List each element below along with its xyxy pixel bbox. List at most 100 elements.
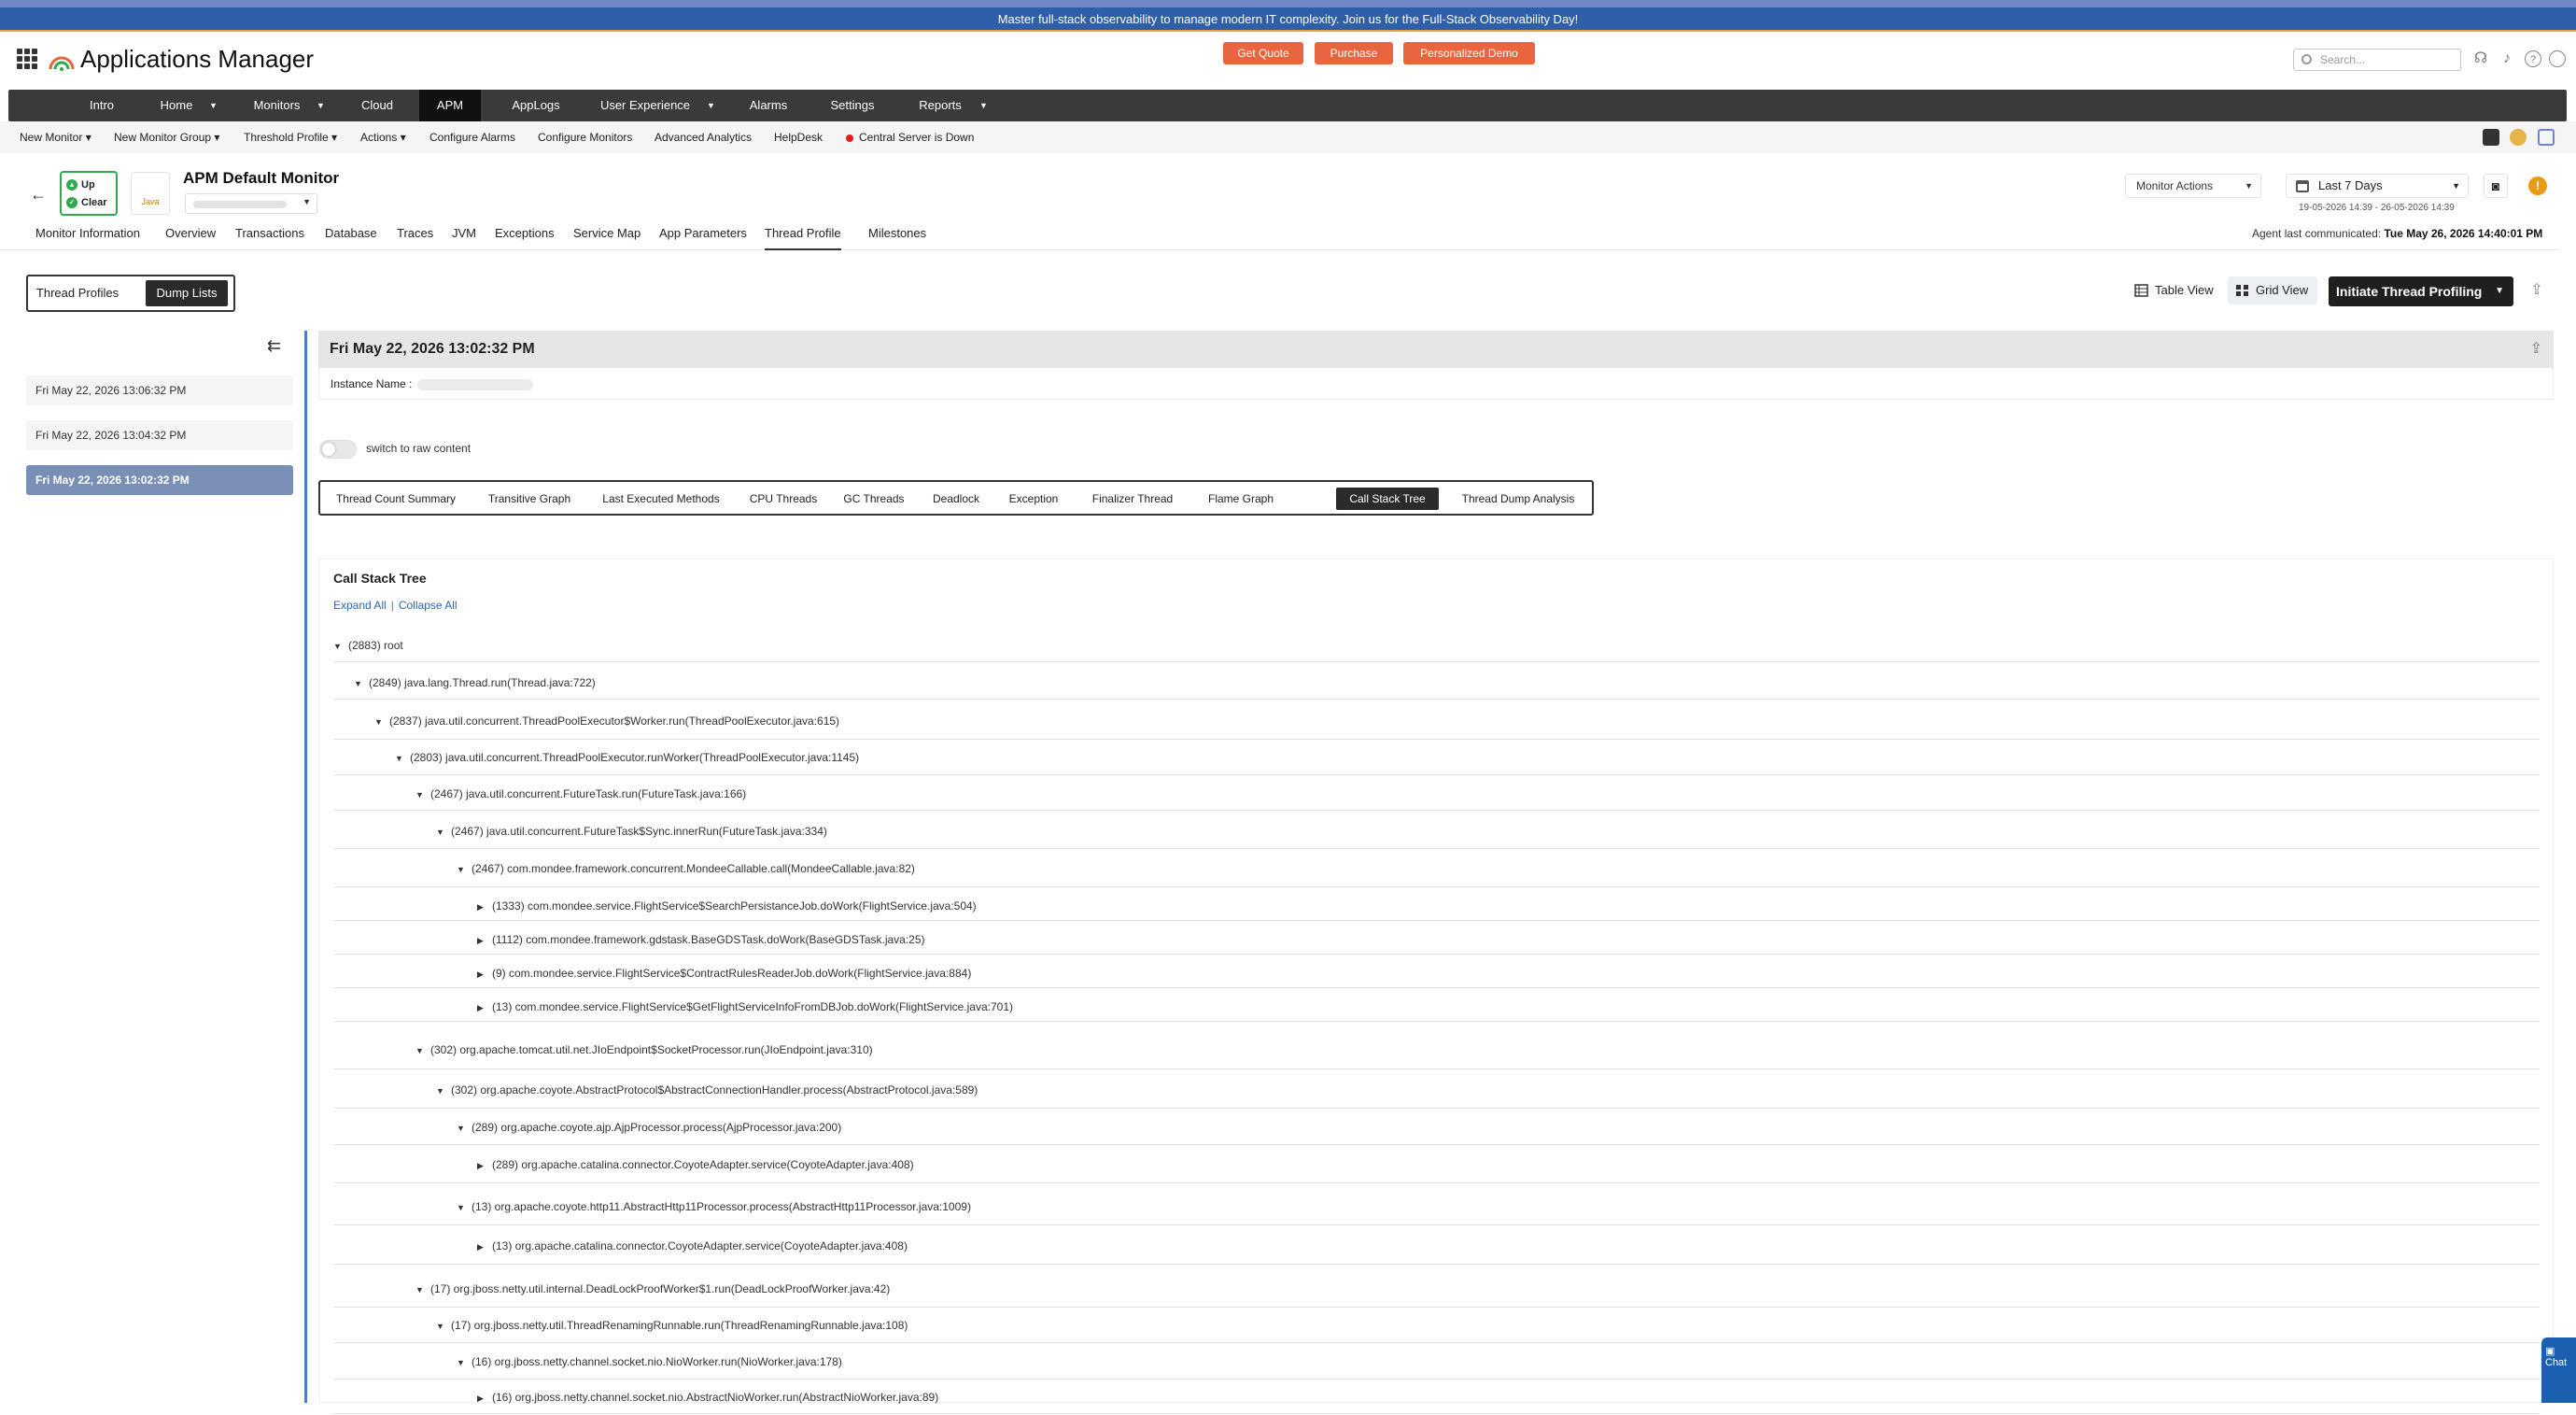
expanded-caret-icon[interactable]: ▼: [457, 1189, 472, 1226]
headset-icon[interactable]: ☊: [2472, 50, 2489, 67]
tab-service-map[interactable]: Service Map: [573, 220, 640, 250]
tree-node[interactable]: ▼ (2467) com.mondee.framework.concurrent.…: [333, 850, 2540, 887]
subnav-actions[interactable]: Actions ▾: [360, 121, 406, 153]
expanded-caret-icon[interactable]: ▼: [436, 1309, 451, 1344]
theme-icon[interactable]: [2510, 129, 2527, 146]
raw-content-switch[interactable]: [319, 440, 357, 459]
subnav-configure-alarms[interactable]: Configure Alarms: [429, 121, 515, 153]
collapsed-caret-icon[interactable]: ▶: [477, 959, 492, 989]
nav-monitors[interactable]: Monitors: [242, 90, 312, 121]
nav-monitors-chevron-icon[interactable]: ▼: [317, 90, 325, 121]
warning-icon[interactable]: !: [2528, 177, 2547, 195]
dump-list-item[interactable]: Fri May 22, 2026 13:06:32 PM: [26, 375, 293, 405]
subtab-call-stack-tree[interactable]: Call Stack Tree: [1336, 488, 1439, 510]
nav-reports-chevron-icon[interactable]: ▼: [979, 90, 988, 121]
tree-node[interactable]: ▼ (17) org.jboss.netty.util.ThreadRenamin…: [333, 1308, 2540, 1343]
dump-list-item-selected[interactable]: Fri May 22, 2026 13:02:32 PM: [26, 465, 293, 495]
tree-node[interactable]: ▼ (16) org.jboss.netty.channel.socket.nio…: [333, 1344, 2540, 1380]
subnav-helpdesk[interactable]: HelpDesk: [774, 121, 823, 153]
subtab-last-executed-methods[interactable]: Last Executed Methods: [593, 488, 729, 510]
tree-node[interactable]: ▶ (16) org.jboss.netty.channel.socket.nio…: [333, 1380, 2540, 1414]
snapshot-camera-icon[interactable]: ◙: [2484, 174, 2508, 198]
initiate-thread-profiling-button[interactable]: Initiate Thread Profiling ▼: [2329, 276, 2513, 306]
tab-thread-profile[interactable]: Thread Profile: [765, 220, 841, 250]
tree-node[interactable]: ▶ (1112) com.mondee.framework.gdstask.Bas…: [333, 925, 2540, 955]
collapsed-caret-icon[interactable]: ▶: [477, 1228, 492, 1266]
central-server-status[interactable]: Central Server is Down: [846, 121, 974, 153]
expanded-caret-icon[interactable]: ▼: [436, 814, 451, 850]
collapse-sidebar-icon[interactable]: ⇇: [267, 336, 281, 356]
time-range-dropdown[interactable]: Last 7 Days ▼: [2286, 174, 2469, 198]
nav-home[interactable]: Home: [148, 90, 204, 121]
tree-node[interactable]: ▶ (9) com.mondee.service.FlightService$Co…: [333, 958, 2540, 988]
collapsed-caret-icon[interactable]: ▶: [477, 926, 492, 955]
nav-apm[interactable]: APM: [419, 90, 481, 121]
subnav-new-monitor-group[interactable]: New Monitor Group ▾: [114, 121, 219, 153]
expanded-caret-icon[interactable]: ▼: [457, 1345, 472, 1380]
expanded-caret-icon[interactable]: ▼: [415, 1271, 430, 1309]
tree-node[interactable]: ▼ (2849) java.lang.Thread.run(Thread.java…: [333, 666, 2540, 700]
subtab-transitive-graph[interactable]: Transitive Graph: [479, 488, 580, 510]
collapsed-caret-icon[interactable]: ▶: [477, 892, 492, 922]
tab-overview[interactable]: Overview: [165, 220, 216, 250]
nav-reports[interactable]: Reports: [903, 90, 978, 121]
subnav-configure-monitors[interactable]: Configure Monitors: [538, 121, 632, 153]
tree-node[interactable]: ▶ (1333) com.mondee.service.FlightService…: [333, 891, 2540, 921]
collapsed-caret-icon[interactable]: ▶: [477, 1381, 492, 1415]
expanded-caret-icon[interactable]: ▼: [333, 630, 348, 663]
expanded-caret-icon[interactable]: ▼: [457, 1111, 472, 1146]
dump-lists-toggle[interactable]: Dump Lists: [146, 280, 228, 306]
nav-applogs[interactable]: AppLogs: [496, 90, 576, 121]
subtab-exception[interactable]: Exception: [1000, 488, 1067, 510]
subtab-thread-count-summary[interactable]: Thread Count Summary: [328, 488, 464, 510]
subtab-deadlock[interactable]: Deadlock: [925, 488, 987, 510]
monitor-selector[interactable]: ▼: [185, 193, 317, 214]
export-icon[interactable]: ⇪: [2528, 282, 2545, 299]
tree-node[interactable]: ▶ (13) org.apache.catalina.connector.Coyo…: [333, 1227, 2540, 1265]
dump-list-item[interactable]: Fri May 22, 2026 13:04:32 PM: [26, 420, 293, 450]
monitor-actions-dropdown[interactable]: Monitor Actions ▼: [2125, 174, 2261, 198]
personalized-demo-button[interactable]: Personalized Demo: [1403, 42, 1535, 64]
help-icon[interactable]: ?: [2525, 50, 2541, 67]
tree-node[interactable]: ▼ (2467) java.util.concurrent.FutureTask$…: [333, 814, 2540, 849]
expanded-caret-icon[interactable]: ▼: [415, 778, 430, 812]
tab-database[interactable]: Database: [325, 220, 377, 250]
back-arrow-icon[interactable]: ←: [30, 185, 47, 205]
get-quote-button[interactable]: Get Quote: [1223, 42, 1303, 64]
purchase-button[interactable]: Purchase: [1315, 42, 1393, 64]
tree-node[interactable]: ▼ (2803) java.util.concurrent.ThreadPoolE…: [333, 740, 2540, 775]
chat-button[interactable]: ▣ Chat: [2541, 1337, 2576, 1403]
subtab-flame-graph[interactable]: Flame Graph: [1198, 488, 1284, 510]
expanded-caret-icon[interactable]: ▼: [395, 741, 410, 776]
tree-node[interactable]: ▼ (2883) root: [333, 629, 2540, 662]
print-icon[interactable]: [2538, 129, 2555, 146]
settings-gear-icon[interactable]: [2483, 129, 2499, 146]
nav-intro[interactable]: Intro: [74, 90, 130, 121]
tree-node[interactable]: ▼ (2837) java.util.concurrent.ThreadPoolE…: [333, 702, 2540, 740]
tree-node[interactable]: ▼ (2467) java.util.concurrent.FutureTask.…: [333, 777, 2540, 811]
subnav-threshold-profile[interactable]: Threshold Profile ▾: [244, 121, 337, 153]
user-avatar-icon[interactable]: [2549, 50, 2566, 67]
expanded-caret-icon[interactable]: ▼: [436, 1072, 451, 1110]
expanded-caret-icon[interactable]: ▼: [374, 703, 389, 741]
subtab-finalizer-thread[interactable]: Finalizer Thread: [1080, 488, 1185, 510]
tree-node[interactable]: ▼ (13) org.apache.coyote.http11.AbstractH…: [333, 1188, 2540, 1225]
tab-app-parameters[interactable]: App Parameters: [659, 220, 747, 250]
subtab-thread-dump-analysis[interactable]: Thread Dump Analysis: [1452, 488, 1584, 510]
tab-exceptions[interactable]: Exceptions: [495, 220, 555, 250]
collapsed-caret-icon[interactable]: ▶: [477, 993, 492, 1023]
nav-ux-chevron-icon[interactable]: ▼: [707, 90, 715, 121]
tree-node[interactable]: ▼ (17) org.jboss.netty.util.internal.Dead…: [333, 1270, 2540, 1308]
tree-node[interactable]: ▶ (289) org.apache.catalina.connector.Coy…: [333, 1146, 2540, 1183]
nav-user-experience[interactable]: User Experience: [587, 90, 703, 121]
nav-alarms[interactable]: Alarms: [735, 90, 802, 121]
subtab-gc-threads[interactable]: GC Threads: [836, 488, 912, 510]
collapse-all-link[interactable]: Collapse All: [399, 599, 457, 612]
expand-all-link[interactable]: Expand All: [333, 599, 387, 612]
bell-icon[interactable]: ♪: [2499, 50, 2515, 67]
expanded-caret-icon[interactable]: ▼: [457, 851, 472, 888]
expanded-caret-icon[interactable]: ▼: [415, 1031, 430, 1070]
tree-node[interactable]: ▶ (13) com.mondee.service.FlightService$G…: [333, 992, 2540, 1022]
tab-milestones[interactable]: Milestones: [868, 220, 926, 250]
tree-node[interactable]: ▼ (289) org.apache.coyote.ajp.AjpProcesso…: [333, 1110, 2540, 1145]
